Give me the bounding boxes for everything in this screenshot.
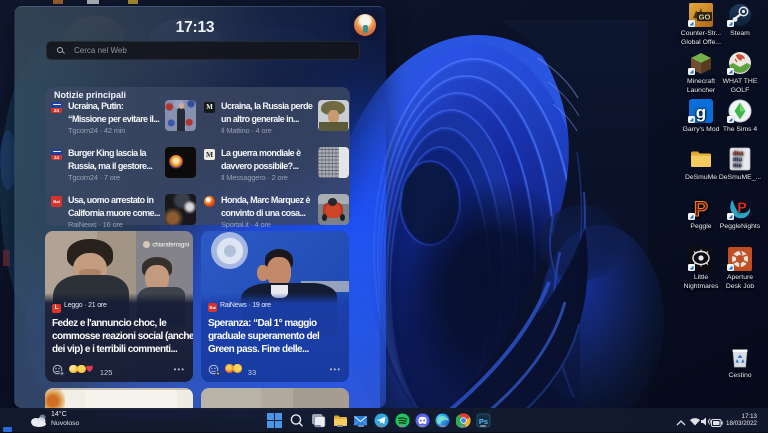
- svg-text:P: P: [694, 198, 708, 220]
- svg-text:me: me: [733, 163, 742, 169]
- svg-text:g: g: [696, 103, 706, 122]
- svg-text:P: P: [737, 199, 746, 215]
- svg-text:GO: GO: [699, 12, 711, 21]
